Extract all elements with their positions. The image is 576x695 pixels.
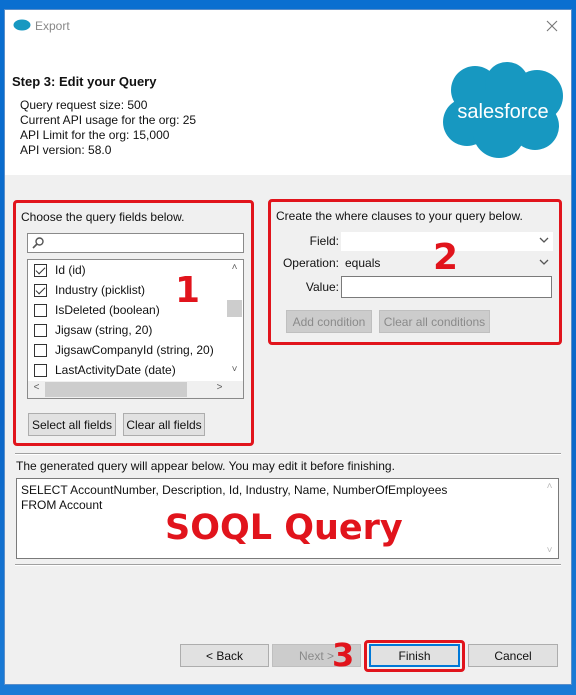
close-button[interactable] [539, 14, 565, 38]
search-icon [32, 237, 44, 249]
close-icon [546, 20, 558, 32]
field-label: IsDeleted (boolean) [55, 303, 160, 317]
query-label: The generated query will appear below. Y… [16, 459, 395, 473]
window-title: Export [35, 19, 70, 33]
annotation-1: 1 [175, 270, 201, 311]
annotation-3: 3 [332, 636, 355, 674]
query-scrollbar[interactable]: ˄ ˅ [541, 479, 558, 558]
export-dialog: Export Step 3: Edit your Query Query req… [4, 9, 572, 685]
operation-select-value: equals [345, 256, 381, 270]
select-all-fields-button[interactable]: Select all fields [28, 413, 116, 436]
field-item[interactable]: Industry (picklist) [34, 280, 145, 300]
back-button[interactable]: < Back [180, 644, 269, 667]
add-condition-button[interactable]: Add condition [286, 310, 372, 333]
cancel-button[interactable]: Cancel [468, 644, 558, 667]
clear-all-conditions-button[interactable]: Clear all conditions [379, 310, 490, 333]
horizontal-scrollbar[interactable]: ˂ ˃ [28, 381, 243, 398]
vertical-scroll-thumb[interactable] [227, 300, 242, 317]
chevron-down-icon [539, 259, 549, 265]
field-checkbox[interactable] [34, 283, 47, 297]
field-checkbox[interactable] [34, 263, 47, 277]
where-panel-label: Create the where clauses to your query b… [276, 209, 523, 223]
section-divider [15, 453, 561, 455]
logo-text: salesforce [457, 101, 548, 123]
field-item[interactable]: JigsawCompanyId (string, 20) [34, 340, 214, 360]
field-label: JigsawCompanyId (string, 20) [55, 343, 214, 357]
clear-all-fields-button[interactable]: Clear all fields [123, 413, 205, 436]
annotation-soql-query: SOQL Query [165, 508, 403, 548]
value-label: Value: [305, 280, 339, 294]
chevron-down-icon [539, 237, 549, 243]
field-item[interactable]: Jigsaw (string, 20) [34, 320, 152, 340]
step-title: Step 3: Edit your Query [12, 74, 157, 89]
section-divider [15, 564, 561, 566]
header-area: Step 3: Edit your Query Query request si… [5, 42, 571, 175]
field-checkbox[interactable] [34, 323, 47, 337]
where-clause-panel: Create the where clauses to your query b… [268, 199, 562, 345]
field-label: Id (id) [55, 263, 86, 277]
api-version: API version: 58.0 [20, 143, 112, 157]
field-checkbox[interactable] [34, 343, 47, 357]
value-input[interactable] [341, 276, 552, 298]
field-checkbox[interactable] [34, 363, 47, 377]
api-info: Query request size: 500 Current API usag… [20, 98, 196, 158]
salesforce-logo: salesforce [443, 62, 563, 158]
query-request-size: Query request size: 500 [20, 98, 148, 112]
field-search-input[interactable] [27, 233, 244, 253]
field-item[interactable]: IsDeleted (boolean) [34, 300, 160, 320]
scroll-down-icon[interactable]: ˅ [541, 545, 558, 556]
scroll-right-icon[interactable]: ˃ [211, 382, 228, 393]
operation-label: Operation: [282, 256, 339, 270]
scroll-up-icon[interactable]: ˄ [226, 262, 243, 273]
field-item[interactable]: LastActivityDate (date) [34, 360, 176, 380]
fields-panel: Choose the query fields below. Id (id) I… [13, 200, 254, 446]
scroll-left-icon[interactable]: ˂ [28, 382, 45, 393]
field-list[interactable]: Id (id) Industry (picklist) IsDeleted (b… [27, 259, 244, 399]
field-label: Jigsaw (string, 20) [55, 323, 153, 337]
field-checkbox[interactable] [34, 303, 47, 317]
title-bar: Export [5, 10, 571, 42]
field-label: Field: [309, 234, 339, 248]
api-usage: Current API usage for the org: 25 [20, 113, 197, 127]
horizontal-scroll-thumb[interactable] [45, 382, 187, 397]
salesforce-cloud-icon [13, 19, 31, 31]
field-label: Industry (picklist) [55, 283, 146, 297]
scroll-down-icon[interactable]: ˅ [226, 364, 243, 375]
field-label: LastActivityDate (date) [55, 363, 176, 377]
scroll-up-icon[interactable]: ˄ [541, 481, 558, 492]
field-item[interactable]: Id (id) [34, 260, 86, 280]
annotation-2: 2 [433, 237, 459, 278]
finish-highlight-box [364, 640, 465, 672]
fields-panel-label: Choose the query fields below. [21, 210, 185, 224]
api-limit: API Limit for the org: 15,000 [20, 128, 170, 142]
vertical-scrollbar[interactable]: ˄ ˅ [226, 260, 243, 381]
